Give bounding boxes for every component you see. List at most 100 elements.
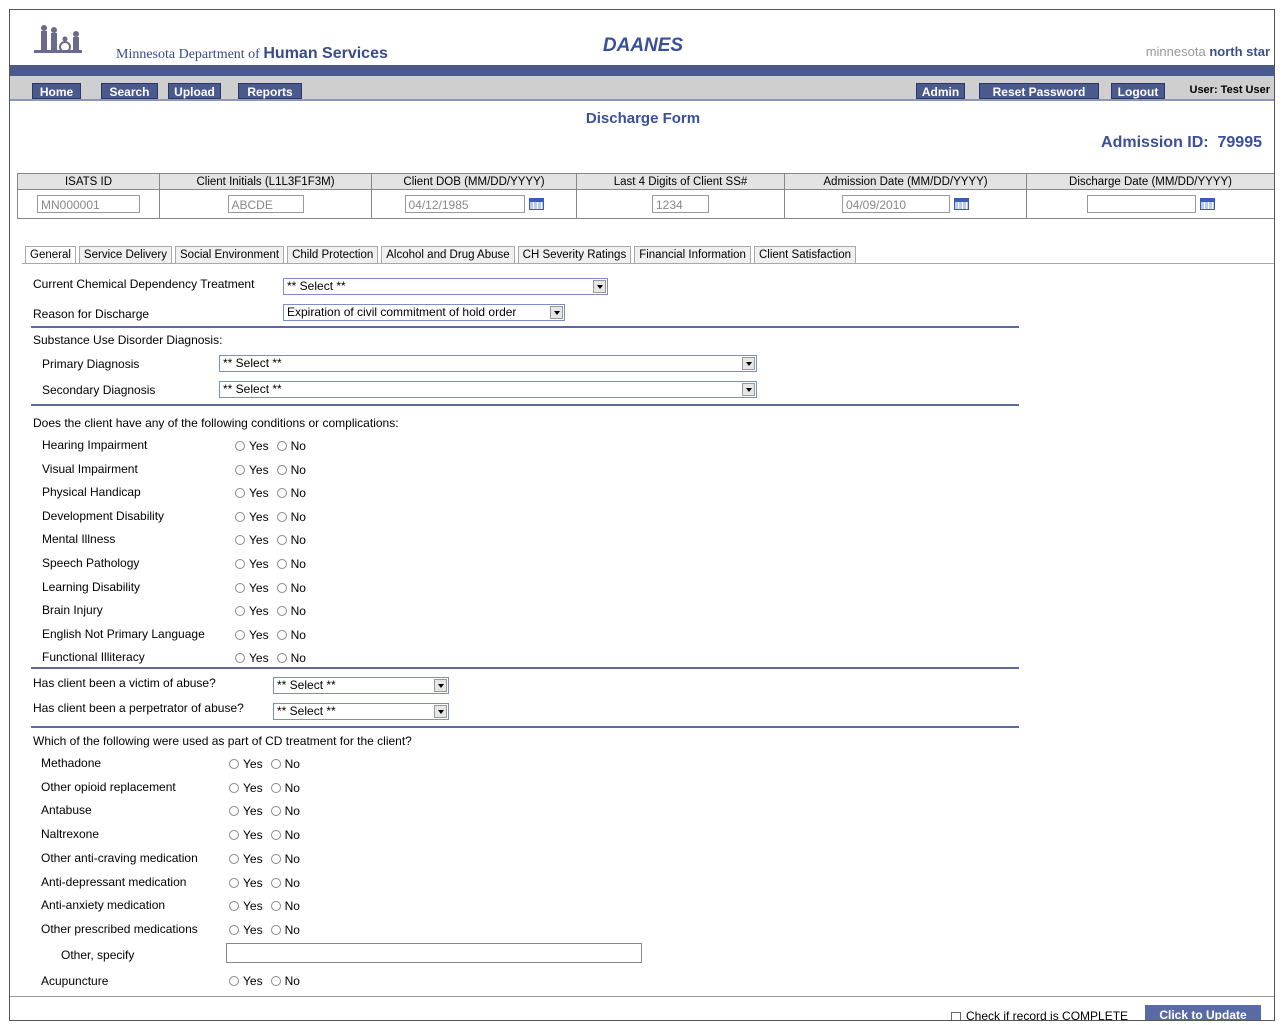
cd-item-no-radio[interactable] [270,853,281,864]
search-button[interactable]: Search [101,83,158,99]
no-label: No [284,875,300,890]
condition-yes-radio[interactable] [235,653,245,664]
condition-yes-radio[interactable] [235,441,245,451]
cd-item-yes-radio[interactable] [229,806,239,817]
tab-child-protection[interactable]: Child Protection [287,246,379,263]
condition-no-radio[interactable] [276,488,287,499]
yes-label: Yes [249,533,269,548]
cd-item-no-radio[interactable] [270,901,281,912]
condition-no-radio[interactable] [276,653,287,664]
cd-item-yes-radio[interactable] [229,830,239,841]
complete-checkbox[interactable] [951,1011,961,1020]
home-button[interactable]: Home [32,83,81,99]
tab-general[interactable]: General [25,246,76,264]
cd-item-yes-radio[interactable] [229,877,239,888]
complete-checkbox-row: Check if record is COMPLETE [951,1009,1129,1021]
admission-calendar-icon[interactable] [954,198,969,210]
no-label: No [290,627,306,642]
yes-label: Yes [249,557,269,571]
chevron-down-icon [593,280,606,293]
click-to-update-button[interactable]: Click to Update [1145,1005,1261,1020]
condition-yes-radio[interactable] [235,629,245,640]
perpetrator-abuse-select[interactable]: ** Select ** [273,703,449,720]
condition-yes-radio[interactable] [235,511,245,522]
condition-yes-radio[interactable] [235,535,245,546]
tab-financial-information[interactable]: Financial Information [634,246,751,263]
condition-yes-radio[interactable] [235,464,245,475]
dob-calendar-icon[interactable] [528,198,544,210]
cd-item-no-radio[interactable] [270,877,281,888]
cd-item-yes-no: Yes No [229,923,300,937]
app-window: Minnesota Department of Human Services D… [9,9,1275,1021]
no-label: No [284,780,300,795]
section-divider [31,667,1019,669]
section-divider [31,726,1019,728]
reports-button[interactable]: Reports [238,83,302,99]
condition-yes-radio[interactable] [235,606,245,617]
client-id-table: ISATS ID Client Initials (L1L3F1F3M) Cli… [17,173,1274,219]
admin-button[interactable]: Admin [916,83,965,99]
cd-item-no-radio[interactable] [270,924,281,935]
condition-label: English Not Primary Language [42,626,205,641]
tab-ch-severity-ratings[interactable]: CH Severity Ratings [517,246,632,263]
tab-client-satisfaction[interactable]: Client Satisfaction [753,246,856,263]
no-label: No [290,533,306,548]
discharge-date-input[interactable] [1086,195,1196,213]
yes-label: Yes [243,804,263,819]
cd-item-yes-radio[interactable] [229,782,239,793]
complete-label: Check if record is COMPLETE [966,1009,1129,1021]
condition-yes-radio[interactable] [235,559,245,569]
reset-password-button[interactable]: Reset Password [979,83,1099,99]
cd-item-label: Methadone [41,756,102,770]
discharge-calendar-icon[interactable] [1199,198,1215,210]
cd-item-label: Other opioid replacement [41,779,176,794]
other-specify-input[interactable] [226,943,642,963]
cd-item-no-radio[interactable] [270,759,281,769]
condition-yes-no: Yes No [235,604,306,618]
condition-no-radio[interactable] [276,629,287,640]
cd-item-no-radio[interactable] [270,782,281,793]
upload-button[interactable]: Upload [168,83,221,99]
cd-item-no-radio[interactable] [270,806,281,817]
primary-diagnosis-select[interactable]: ** Select ** [219,355,757,372]
condition-no-radio[interactable] [276,582,287,593]
condition-yes-radio[interactable] [235,582,245,593]
reason-select[interactable]: Expiration of civil commitment of hold o… [283,304,565,321]
cd-item-label: Naltrexone [41,827,100,842]
condition-no-radio[interactable] [276,606,287,617]
no-label: No [284,974,300,988]
condition-no-radio[interactable] [276,511,287,522]
cd-item-yes-radio[interactable] [229,853,239,864]
cd-item-yes-radio[interactable] [229,901,239,912]
tab-social-environment[interactable]: Social Environment [175,246,285,263]
chevron-down-icon [550,306,563,319]
condition-yes-radio[interactable] [235,488,245,499]
condition-no-radio[interactable] [276,559,287,569]
cd-treatment-heading: Which of the following were used as part… [33,734,412,748]
condition-yes-no: Yes No [235,486,306,500]
condition-yes-no: Yes No [235,533,306,547]
no-label: No [290,509,306,524]
condition-no-radio[interactable] [276,441,287,451]
victim-abuse-select[interactable]: ** Select ** [273,677,449,694]
logout-button[interactable]: Logout [1111,83,1165,99]
section-divider [31,404,1019,406]
acupuncture-yes-radio[interactable] [229,976,239,986]
cd-item-yes-radio[interactable] [229,759,239,769]
tab-alcohol-drug-abuse[interactable]: Alcohol and Drug Abuse [381,246,515,263]
cd-item-no-radio[interactable] [270,830,281,841]
cd-item-yes-radio[interactable] [229,924,239,935]
primary-diagnosis-label: Primary Diagnosis [42,357,140,371]
client-dob-header: Client DOB (MM/DD/YYYY) [371,173,577,190]
condition-no-radio[interactable] [276,464,287,475]
cd-item-label: Other prescribed medications [41,921,198,936]
yes-label: Yes [249,509,269,524]
tab-service-delivery[interactable]: Service Delivery [78,246,172,263]
cd-item-yes-no: Yes No [229,876,300,890]
acupuncture-no-radio[interactable] [270,976,281,986]
secondary-diagnosis-select[interactable]: ** Select ** [219,381,757,398]
treatment-select[interactable]: ** Select ** [283,278,608,295]
condition-no-radio[interactable] [276,535,287,546]
condition-label: Functional Illiteracy [42,650,145,665]
no-label: No [290,604,306,619]
